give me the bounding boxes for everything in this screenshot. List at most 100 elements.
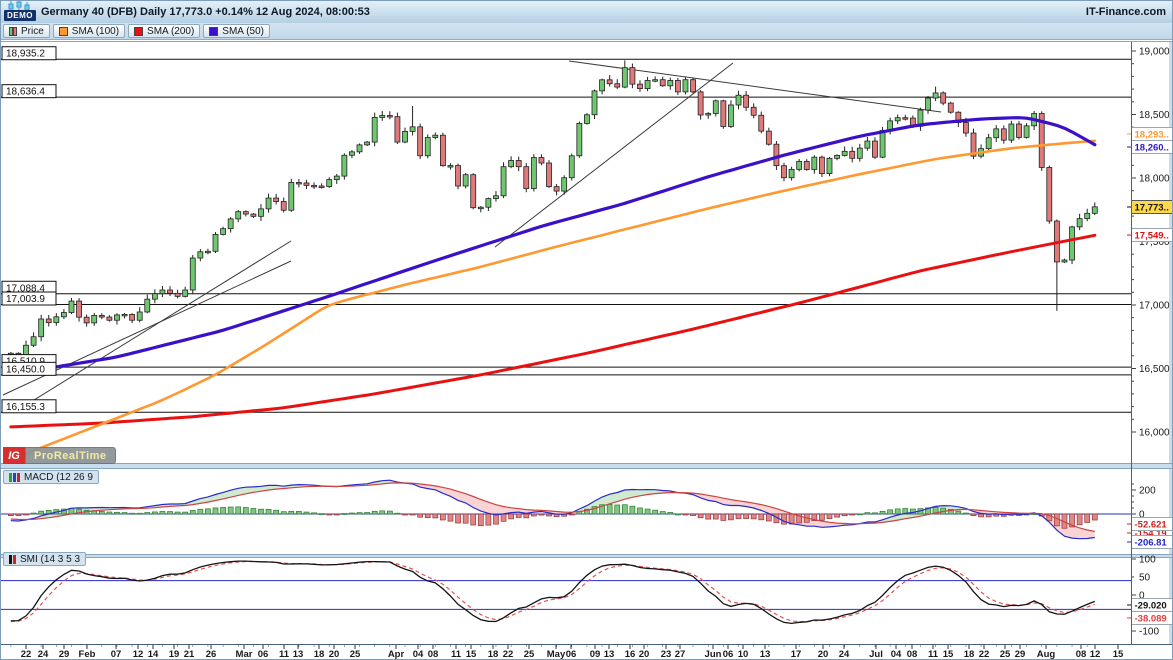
candle-up[interactable] [486,199,491,208]
candle-up[interactable] [713,101,718,114]
candle-up[interactable] [380,116,385,118]
candle-down[interactable] [804,161,809,169]
candle-up[interactable] [221,229,226,235]
candle-up[interactable] [600,80,605,91]
legend-sma200-button[interactable]: SMA (200) [128,24,200,38]
candle-up[interactable] [145,299,150,312]
candle-up[interactable] [895,118,900,121]
candle-down[interactable] [675,80,680,91]
candle-up[interactable] [880,131,885,158]
candle-down[interactable] [637,84,642,88]
candle-up[interactable] [1024,126,1029,138]
candle-up[interactable] [1092,207,1097,213]
candle-up[interactable] [152,294,157,299]
candle-up[interactable] [54,317,59,323]
candle-down[interactable] [691,80,696,92]
candle-down[interactable] [903,118,908,120]
candle-up[interactable] [797,161,802,169]
candle-down[interactable] [243,212,248,214]
candle-up[interactable] [357,145,362,152]
candle-up[interactable] [425,137,430,155]
candle-up[interactable] [645,80,650,88]
candle-up[interactable] [683,80,688,92]
candle-down[interactable] [630,68,635,85]
candle-up[interactable] [433,135,438,137]
candle-down[interactable] [547,163,552,187]
candle-down[interactable] [312,185,317,187]
candle-down[interactable] [819,157,824,173]
candle-down[interactable] [1047,167,1052,221]
candle-up[interactable] [478,207,483,209]
candle-down[interactable] [1016,124,1021,137]
candle-up[interactable] [213,234,218,251]
candle-down[interactable] [948,103,953,112]
candle-down[interactable] [319,186,324,188]
candle-up[interactable] [342,155,347,176]
candle-up[interactable] [842,151,847,155]
candle-up[interactable] [1085,213,1090,218]
candle-up[interactable] [1077,219,1082,227]
candle-up[interactable] [258,209,263,216]
candle-down[interactable] [99,315,104,317]
candle-down[interactable] [456,166,461,186]
candle-down[interactable] [721,101,726,127]
candle-up[interactable] [994,129,999,138]
candle-down[interactable] [850,151,855,158]
candle-up[interactable] [266,198,271,209]
candle-down[interactable] [698,92,703,115]
candle-down[interactable] [46,319,51,323]
legend-sma100-button[interactable]: SMA (100) [53,24,125,38]
candle-up[interactable] [1062,260,1067,262]
candle-up[interactable] [493,196,498,199]
candle-up[interactable] [789,169,794,177]
candle-up[interactable] [592,91,597,115]
candle-down[interactable] [1001,129,1006,140]
candle-down[interactable] [304,183,309,185]
candle-up[interactable] [668,80,673,85]
candle-up[interactable] [92,315,97,322]
candle-up[interactable] [986,138,991,149]
candle-down[interactable] [539,158,544,163]
candle-down[interactable] [395,117,400,142]
candle-up[interactable] [190,258,195,290]
candle-up[interactable] [531,158,536,189]
candle-up[interactable] [183,290,188,296]
candle-up[interactable] [1070,227,1075,260]
macd-indicator-chip[interactable]: MACD (12 26 9 [3,470,99,484]
legend-price-button[interactable]: Price [3,24,50,38]
candle-up[interactable] [122,314,127,316]
candle-down[interactable] [274,198,279,201]
candle-up[interactable] [577,123,582,155]
candle-down[interactable] [175,293,180,296]
candle-up[interactable] [562,178,567,191]
candle-up[interactable] [835,155,840,158]
candle-up[interactable] [865,141,870,148]
candle-down[interactable] [607,80,612,84]
candle-down[interactable] [418,127,423,156]
candle-up[interactable] [205,251,210,253]
candle-down[interactable] [84,317,89,323]
candle-up[interactable] [349,152,354,155]
candle-up[interactable] [706,113,711,115]
candle-up[interactable] [160,290,165,294]
candle-up[interactable] [584,115,589,124]
candle-up[interactable] [827,158,832,173]
candle-up[interactable] [569,156,574,178]
candle-up[interactable] [463,175,468,186]
candle-down[interactable] [660,80,665,86]
candle-down[interactable] [130,314,135,320]
candle-up[interactable] [1009,124,1014,140]
candle-up[interactable] [31,337,36,346]
candle-up[interactable] [812,157,817,169]
candle-down[interactable] [782,166,787,178]
candle-up[interactable] [114,315,119,320]
candle-down[interactable] [471,175,476,208]
candle-up[interactable] [334,176,339,180]
candle-down[interactable] [251,214,256,216]
candle-down[interactable] [107,317,112,320]
candle-up[interactable] [327,180,332,187]
candle-up[interactable] [137,312,142,320]
candle-up[interactable] [857,148,862,158]
candle-up[interactable] [736,95,741,105]
candle-up[interactable] [622,68,627,87]
